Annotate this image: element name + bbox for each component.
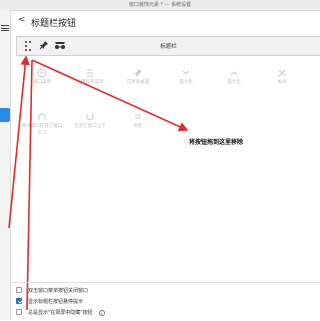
app-menu-icon — [37, 68, 47, 78]
option-row[interactable]: 总是显示"在录屏中隐藏"按钮 i — [16, 308, 105, 318]
palette-item-window-menu[interactable]: 窗口菜单 — [20, 68, 64, 86]
hamburger-menu-icon[interactable] — [1, 25, 9, 31]
available-buttons-palette: 窗口菜单 应用程序菜单 在所有桌面 最小化 最大化 关闭 保持窗口在其它窗口之上… — [16, 60, 320, 160]
drop-to-remove-label: 将按钮拖到这里移除 — [189, 139, 244, 146]
close-icon — [278, 69, 286, 77]
window-title: 窗口装饰元素 * — 系统设置 — [128, 2, 192, 8]
show-hide-in-recording-checkbox[interactable] — [16, 308, 22, 315]
sidebar-strip — [0, 10, 11, 320]
palette-item-shade[interactable]: 卷起 — [116, 112, 160, 130]
palette-label: 关闭 — [277, 80, 287, 85]
shade-icon — [135, 114, 141, 119]
palette-label: 在其它窗口之下 — [74, 124, 106, 129]
palette-item-maximize[interactable]: 最大化 — [212, 68, 256, 86]
page-title: 标题栏按钮 — [31, 19, 77, 29]
palette-label: 在所有桌面 — [126, 80, 150, 85]
more-icon[interactable] — [23, 39, 37, 55]
app-menu-list-icon — [87, 69, 93, 77]
options-section: 双击窗口菜单按钮关闭窗口 显示标题栏按钮悬停提示 总是显示"在录屏中隐藏"按钮 i — [11, 282, 320, 321]
palette-label: 卷起 — [133, 124, 143, 129]
pin-icon — [134, 69, 142, 77]
palette-item-keep-above[interactable]: 保持窗口在其它窗口之上 — [20, 112, 64, 135]
shade-glasses-icon[interactable] — [53, 40, 67, 50]
show-tooltips-checkbox[interactable] — [16, 297, 22, 304]
option-label: 双击窗口菜单按钮关闭窗口 — [28, 288, 89, 294]
minimize-icon — [182, 70, 190, 75]
option-label: 总是显示"在录屏中隐藏"按钮 — [28, 310, 93, 316]
pin-icon[interactable] — [39, 40, 49, 50]
option-label: 显示标题栏按钮悬停提示 — [28, 299, 84, 305]
keep-below-icon — [86, 114, 94, 121]
palette-label: 应用程序菜单 — [76, 80, 104, 85]
palette-item-close[interactable]: 关闭 — [260, 68, 304, 86]
palette-label: 最小化 — [179, 80, 193, 85]
titlebar-preview[interactable]: 标题栏 — [16, 36, 320, 56]
palette-label: 窗口菜单 — [33, 80, 51, 85]
back-icon[interactable]: < — [18, 15, 26, 25]
info-icon[interactable]: i — [98, 309, 105, 316]
window-titlebar: 窗口装饰元素 * — 系统设置 — [0, 0, 320, 11]
option-row[interactable]: 显示标题栏按钮悬停提示 — [16, 297, 84, 307]
option-row[interactable]: 双击窗口菜单按钮关闭窗口 — [16, 286, 89, 296]
close-on-double-click-checkbox[interactable] — [16, 286, 22, 293]
palette-item-minimize[interactable]: 最小化 — [164, 68, 208, 86]
palette-item-on-all-desktops[interactable]: 在所有桌面 — [116, 68, 160, 86]
sidebar-selected-indicator — [0, 108, 10, 122]
maximize-icon — [230, 71, 238, 76]
page-header: < 标题栏按钮 — [11, 11, 320, 33]
palette-label: 保持窗口在其它窗口之上 — [21, 124, 63, 135]
keep-above-icon — [38, 113, 46, 120]
palette-item-keep-below[interactable]: 在其它窗口之下 — [68, 112, 112, 130]
palette-item-app-menu[interactable]: 应用程序菜单 — [68, 68, 112, 86]
palette-label: 最大化 — [227, 80, 241, 85]
